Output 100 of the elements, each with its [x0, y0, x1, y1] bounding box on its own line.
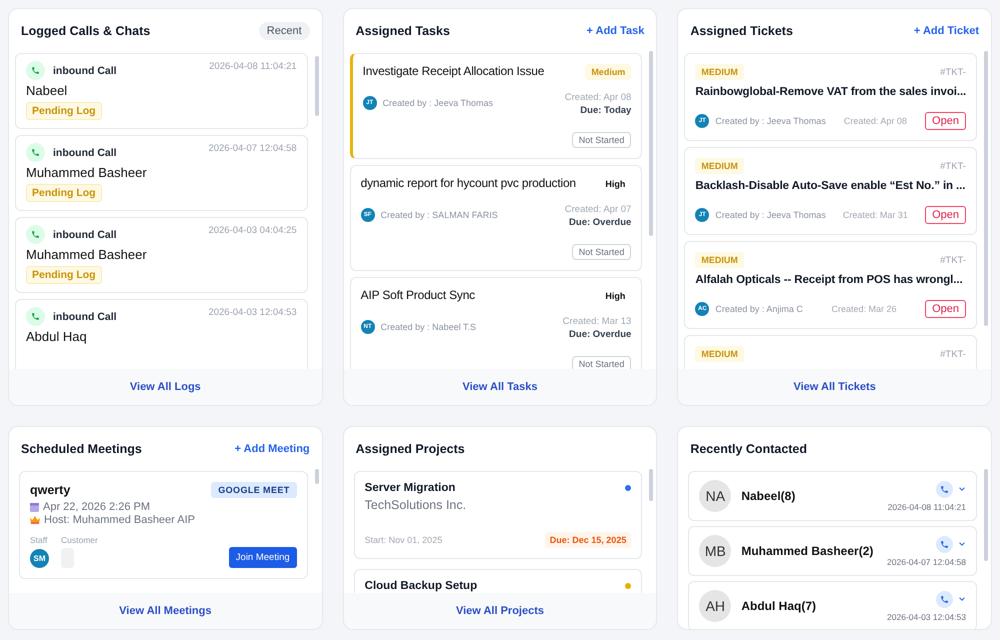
- priority-label: High: [604, 178, 626, 191]
- add-task-link[interactable]: + Add Task: [586, 25, 644, 37]
- due-date: Due: Today: [580, 105, 632, 116]
- scrollbar-thumb[interactable]: [649, 51, 654, 236]
- due-date: Due: Overdue: [569, 329, 632, 340]
- project-card[interactable]: Cloud Backup Setup: [354, 569, 642, 593]
- created-date: Created: Mar 13: [562, 316, 632, 327]
- status-badge: Not Started: [572, 132, 632, 148]
- contact-card[interactable]: AH Abdul Haq(7) 2026-04-03 12:04:53: [688, 581, 977, 629]
- created-by: Created by : Nabeel T.S: [380, 322, 476, 332]
- call-type: inbound Call: [53, 310, 117, 322]
- calendar-icon: [30, 502, 39, 512]
- call-time: 2026-04-07 12:04:58: [208, 143, 297, 154]
- scrollbar-thumb[interactable]: [984, 51, 988, 326]
- meeting-host: Host: Muhammed Basheer AIP: [44, 514, 196, 526]
- call-button[interactable]: [936, 480, 953, 498]
- caller-name: Muhammed Basheer: [26, 165, 148, 180]
- contact-time: 2026-04-03 12:04:53: [887, 612, 966, 622]
- task-title: dynamic report for hycount pvc production: [360, 176, 576, 190]
- panel-title: Assigned Tickets: [690, 24, 793, 38]
- status-badge: Open: [925, 112, 966, 130]
- ticket-title: Rainbowglobal-Remove VAT from the sales invoi...: [695, 86, 966, 98]
- contact-card[interactable]: NA Nabeel(8) 2026-04-08 11:04:21: [688, 471, 977, 521]
- meeting-title: qwerty: [30, 483, 70, 497]
- due-badge: Due: Dec 15, 2025: [544, 532, 632, 548]
- caller-name: Nabeel: [26, 83, 68, 98]
- panel-title: Logged Calls & Chats: [21, 24, 150, 38]
- project-name: Cloud Backup Setup: [364, 580, 478, 592]
- meeting-date: Apr 22, 2026 2:26 PM: [43, 501, 150, 513]
- status-badge: Pending Log: [26, 184, 102, 202]
- contact-name: Abdul Haq(7): [741, 599, 816, 613]
- meeting-card[interactable]: qwerty GOOGLE MEET Apr 22, 2026 2:26 PM Host: Muhammed Basheer AIP Staff SM Customer Join Meeting: [19, 471, 308, 579]
- scrollbar-thumb[interactable]: [314, 469, 319, 484]
- call-log-card[interactable]: inbound Call 2026-04-07 12:04:58 Muhammed Basheer Pending Log: [15, 135, 308, 211]
- panel-title: Scheduled Meetings: [21, 442, 142, 456]
- contact-time: 2026-04-08 11:04:21: [888, 502, 966, 512]
- call-button[interactable]: [936, 590, 953, 608]
- due-date: Due: Overdue: [569, 217, 632, 228]
- panel-title: Assigned Projects: [356, 442, 465, 456]
- chevron-down-icon[interactable]: [958, 540, 966, 548]
- created-date: Created: Apr 08: [844, 116, 907, 126]
- created-by: Created by : Anjima C: [715, 304, 803, 314]
- created-date: Created: Apr 08: [564, 92, 632, 103]
- call-log-card[interactable]: inbound Call 2026-04-08 11:04:21 Nabeel Pending Log: [15, 53, 308, 129]
- created-by: Created by : Jeeva Thomas: [715, 116, 826, 126]
- join-meeting-button[interactable]: Join Meeting: [228, 547, 297, 568]
- ticket-id: #TKT-: [940, 160, 966, 172]
- scrollbar-thumb[interactable]: [984, 469, 988, 561]
- ticket-title: Backlash-Disable Auto-Save enable “Est No.” in ...: [695, 180, 966, 192]
- call-button[interactable]: [936, 536, 953, 552]
- priority-badge: MEDIUM: [695, 158, 744, 174]
- call-log-card[interactable]: inbound Call 2026-04-03 04:04:25 Muhammed Basheer Pending Log: [15, 217, 308, 293]
- call-time: 2026-04-03 12:04:53: [208, 307, 297, 318]
- contact-avatar: AH: [699, 590, 732, 622]
- phone-glyph-icon: [31, 230, 40, 239]
- scrollbar-thumb[interactable]: [649, 469, 654, 501]
- recent-badge[interactable]: Recent: [258, 22, 310, 40]
- add-ticket-link[interactable]: + Add Ticket: [914, 25, 979, 37]
- contact-name: Muhammed Basheer(2): [741, 544, 874, 558]
- chevron-down-icon[interactable]: [958, 485, 966, 493]
- contact-card[interactable]: MB Muhammed Basheer(2) 2026-04-07 12:04:58: [688, 526, 977, 576]
- ticket-id: #TKT-: [940, 66, 966, 78]
- view-all-link[interactable]: View All Tasks: [344, 369, 656, 405]
- view-all-link[interactable]: View All Tickets: [678, 369, 991, 405]
- status-badge: Pending Log: [26, 266, 102, 284]
- call-type: inbound Call: [53, 146, 117, 158]
- phone-icon: [940, 594, 949, 604]
- priority-badge: MEDIUM: [695, 346, 744, 362]
- add-meeting-link[interactable]: + Add Meeting: [234, 443, 310, 455]
- ticket-title: Alfalah Opticals -- Receipt from POS has wrongl...: [695, 274, 964, 286]
- caller-name: Abdul Haq: [26, 329, 88, 344]
- scrollbar-thumb[interactable]: [314, 56, 319, 116]
- panel-title: Assigned Tasks: [356, 24, 450, 38]
- created-by: Created by : SALMAN FARIS: [380, 210, 498, 220]
- phone-glyph-icon: [31, 66, 40, 75]
- view-all-link[interactable]: View All Projects: [344, 593, 656, 629]
- phone-glyph-icon: [31, 312, 40, 321]
- customer-label: Customer: [61, 535, 98, 545]
- view-all-link[interactable]: View All Logs: [9, 369, 322, 405]
- contact-name: Nabeel(8): [741, 489, 796, 503]
- project-card[interactable]: Server Migration TechSolutions Inc. Start: Nov 01, 2025 Due: Dec 15, 2025: [354, 471, 642, 559]
- start-date: Start: Nov 01, 2025: [364, 535, 442, 545]
- priority-badge: MEDIUM: [695, 252, 744, 268]
- ticket-id: #TKT-: [940, 254, 966, 266]
- project-client: TechSolutions Inc.: [364, 498, 468, 512]
- contact-avatar: MB: [699, 535, 732, 567]
- priority-badge: Medium: [585, 64, 632, 80]
- phone-icon: [940, 484, 949, 494]
- created-date: Created: Apr 07: [564, 204, 632, 215]
- created-by: Created by : Jeeva Thomas: [715, 210, 826, 220]
- chevron-down-icon[interactable]: [958, 595, 966, 603]
- call-log-card[interactable]: inbound Call 2026-04-03 12:04:53 Abdul Haq: [15, 299, 308, 369]
- view-all-link[interactable]: View All Meetings: [9, 593, 322, 629]
- task-title: AIP Soft Product Sync: [360, 288, 475, 302]
- staff-label: Staff: [30, 535, 48, 545]
- call-time: 2026-04-08 11:04:21: [209, 61, 297, 72]
- created-date: Created: Mar 31: [842, 210, 908, 220]
- created-by: Created by : Jeeva Thomas: [382, 98, 494, 108]
- task-title: Investigate Receipt Allocation Issue: [362, 64, 544, 78]
- priority-badge: MEDIUM: [695, 64, 744, 80]
